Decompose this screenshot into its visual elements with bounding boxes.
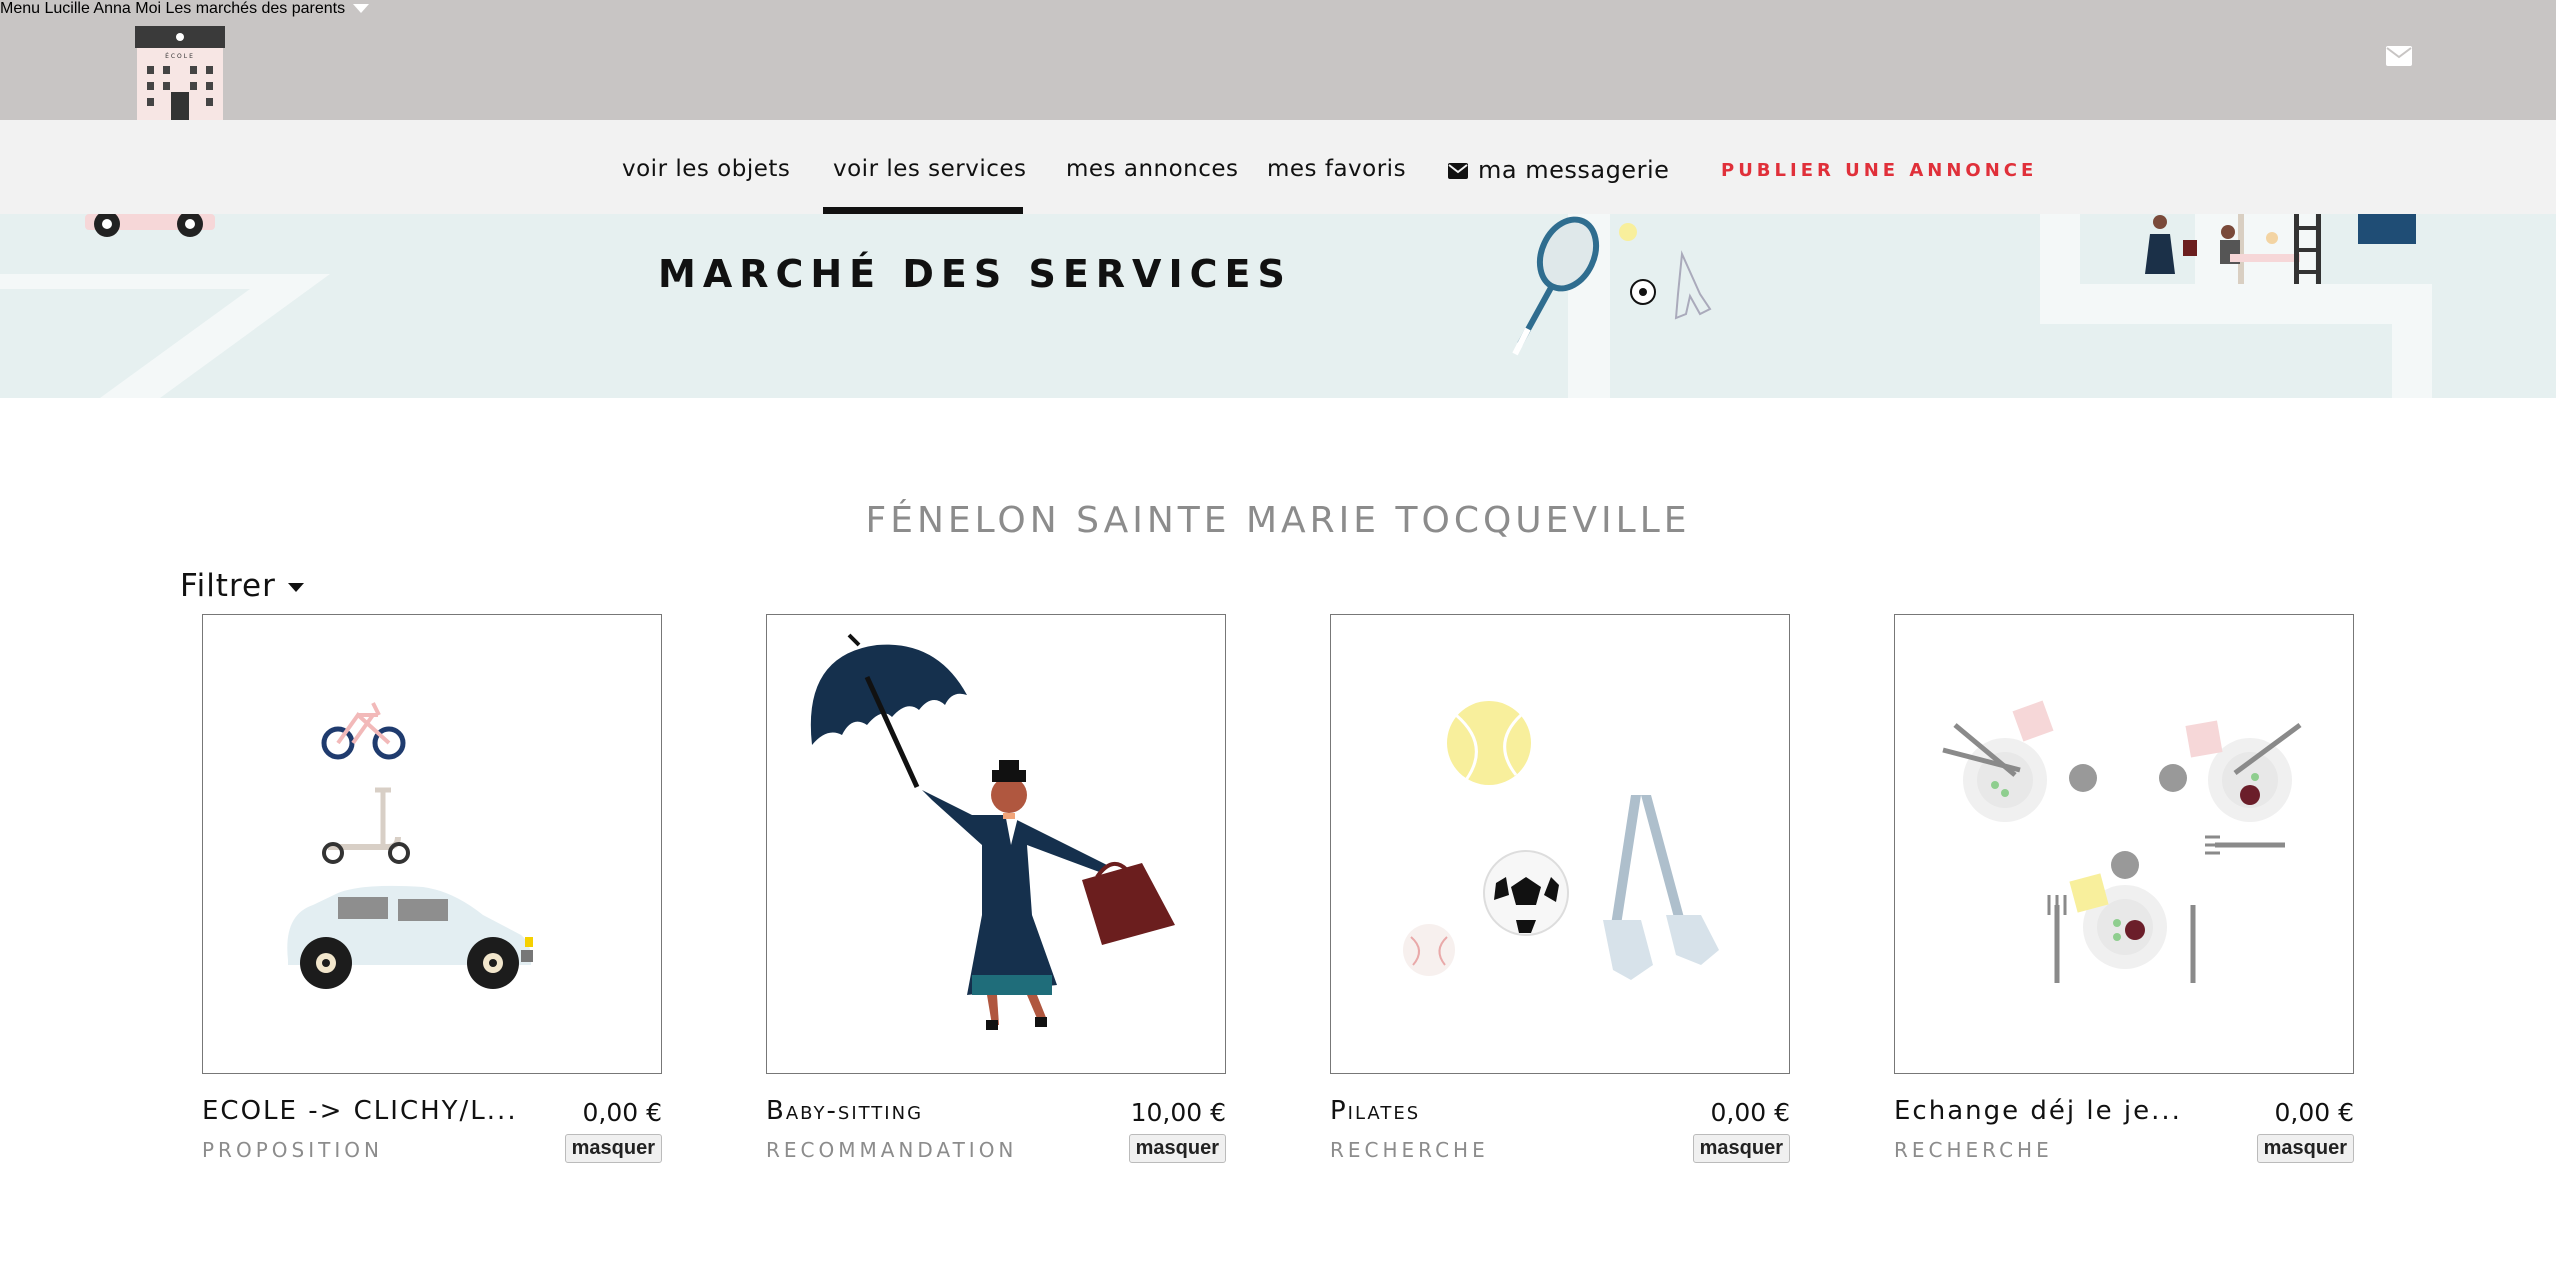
top-bar: ÉCOLE Menu Lucille Anna Moi Les marchés … [0, 0, 2556, 120]
sports-illustration [1403, 701, 1719, 980]
nav-moi[interactable]: Moi [135, 0, 161, 17]
tab-mes-favoris[interactable]: mes favoris [1267, 156, 1406, 182]
caret-down-icon [287, 583, 304, 592]
nav-menu[interactable]: Menu [0, 0, 40, 17]
envelope-icon[interactable] [2386, 46, 2412, 66]
listing-type: RECHERCHE [1894, 1138, 2053, 1162]
listing-price: 0,00 € [2274, 1098, 2354, 1127]
listing-image[interactable] [1330, 614, 1790, 1074]
lunch-plates-illustration [1942, 700, 2302, 983]
school-logo[interactable]: ÉCOLE [135, 22, 225, 120]
listing-title[interactable]: ECOLE -> CLICHY/L... [202, 1096, 518, 1126]
listing-type: RECHERCHE [1330, 1138, 1489, 1162]
listing-price: 0,00 € [1710, 1098, 1790, 1127]
nav-anna[interactable]: Anna [93, 0, 130, 17]
svg-text:ÉCOLE: ÉCOLE [165, 52, 195, 60]
banner-illustration [0, 214, 2432, 398]
listing-title[interactable]: Echange déj le je... [1894, 1096, 2182, 1126]
active-tab-indicator [823, 207, 1023, 214]
nav-parents-markets-label: Les marchés des parents [165, 0, 346, 17]
listing-price: 0,00 € [582, 1098, 662, 1127]
envelope-icon [1448, 163, 1468, 179]
banner: MARCHÉ DES SERVICES [0, 214, 2556, 398]
hide-button[interactable]: masquer [564, 1134, 662, 1163]
caret-down-icon [353, 4, 370, 14]
listing-image[interactable] [202, 614, 662, 1074]
vehicles-illustration [287, 702, 533, 989]
hide-button[interactable]: masquer [1692, 1134, 1790, 1163]
nav-parents-markets[interactable]: Les marchés des parents [165, 0, 370, 17]
listing-image[interactable] [766, 614, 1226, 1074]
nav-lucille[interactable]: Lucille [44, 0, 89, 17]
listing-title[interactable]: Pilates [1330, 1096, 1420, 1126]
nanny-umbrella-illustration [810, 633, 1175, 1030]
tab-voir-objets[interactable]: voir les objets [622, 156, 790, 182]
listing-price: 10,00 € [1130, 1098, 1226, 1127]
hide-button[interactable]: masquer [2256, 1134, 2354, 1163]
tab-messagerie[interactable]: ma messagerie [1448, 156, 1669, 184]
listing-type: RECOMMANDATION [766, 1138, 1018, 1162]
tab-voir-services[interactable]: voir les services [833, 156, 1027, 182]
listing-image[interactable] [1894, 614, 2354, 1074]
school-name-heading: FÉNELON SAINTE MARIE TOCQUEVILLE [865, 500, 1691, 541]
listing-type: PROPOSITION [202, 1138, 383, 1162]
filter-dropdown[interactable]: Filtrer [180, 568, 304, 604]
hide-button[interactable]: masquer [1128, 1134, 1226, 1163]
filter-label: Filtrer [180, 568, 276, 604]
page-title: MARCHÉ DES SERVICES [658, 252, 1292, 296]
publish-ad-link[interactable]: PUBLIER UNE ANNONCE [1721, 160, 2037, 181]
listing-title[interactable]: Baby-sitting [766, 1096, 923, 1126]
tab-messagerie-label: ma messagerie [1478, 156, 1670, 184]
tab-mes-annonces[interactable]: mes annonces [1066, 156, 1239, 182]
sub-navigation: voir les objets voir les services mes an… [0, 120, 2556, 214]
